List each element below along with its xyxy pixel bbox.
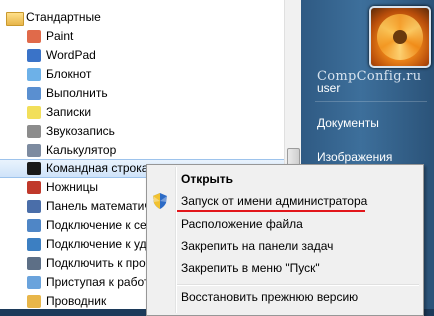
flower-center: [393, 30, 407, 44]
context-menu: Открыть Запуск от имени администратора Р…: [146, 164, 424, 316]
user-link[interactable]: user: [317, 81, 340, 95]
program-item-paint[interactable]: Paint: [0, 27, 300, 46]
program-label: Калькулятор: [46, 143, 117, 157]
program-label: Подключение к се: [46, 218, 147, 232]
menu-item-open[interactable]: Открыть: [181, 172, 233, 186]
program-label: WordPad: [46, 48, 96, 62]
program-label: Записки: [46, 105, 92, 119]
program-item-wordpad[interactable]: WordPad: [0, 46, 300, 65]
program-item-run[interactable]: Выполнить: [0, 84, 300, 103]
divider: [315, 101, 427, 102]
command-prompt-icon: [27, 162, 41, 175]
paint-icon: [27, 30, 41, 43]
menu-separator: [177, 284, 419, 286]
program-item-notepad[interactable]: Блокнот: [0, 65, 300, 84]
calculator-icon: [27, 144, 41, 157]
explorer-folder-icon: [27, 295, 41, 308]
program-label: Выполнить: [46, 86, 108, 100]
menu-item-run-as-admin[interactable]: Запуск от имени администратора: [181, 194, 367, 208]
getting-started-icon: [27, 276, 41, 289]
scissors-icon: [27, 181, 41, 194]
menu-gutter: [175, 167, 177, 313]
remote-desktop-icon: [27, 238, 41, 251]
menu-item-pin-to-start[interactable]: Закрепить в меню "Пуск": [181, 261, 320, 275]
notepad-icon: [27, 68, 41, 81]
projector-icon: [27, 257, 41, 270]
pictures-link[interactable]: Изображения: [317, 150, 392, 164]
menu-item-restore-previous[interactable]: Восстановить прежнюю версию: [181, 290, 358, 304]
program-label: Командная строка: [46, 161, 149, 175]
program-label: Подключение к уд: [46, 237, 147, 251]
menu-item-pin-to-taskbar[interactable]: Закрепить на панели задач: [181, 239, 333, 253]
uac-shield-icon: [153, 193, 167, 209]
user-avatar[interactable]: [369, 6, 431, 68]
program-label: Проводник: [46, 294, 107, 308]
network-projector-icon: [27, 219, 41, 232]
program-label: Панель математич: [46, 199, 151, 213]
highlight-underline: [177, 210, 365, 212]
folder-label: Стандартные: [26, 10, 101, 24]
program-label: Подключить к про: [46, 256, 146, 270]
program-label: Звукозапись: [46, 124, 115, 138]
sticky-notes-icon: [27, 106, 41, 119]
program-item-sound-recorder[interactable]: Звукозапись: [0, 122, 300, 141]
folder-icon: [6, 12, 24, 26]
menu-item-open-file-location[interactable]: Расположение файла: [181, 217, 303, 231]
program-label: Paint: [46, 29, 74, 43]
program-label: Блокнот: [46, 67, 92, 81]
run-icon: [27, 87, 41, 100]
program-item-sticky-notes[interactable]: Записки: [0, 103, 300, 122]
wordpad-icon: [27, 49, 41, 62]
program-item-calculator[interactable]: Калькулятор: [0, 141, 300, 160]
folder-accessories[interactable]: Стандартные: [0, 8, 300, 27]
program-label: Ножницы: [46, 180, 99, 194]
program-label: Приступая к работ: [46, 275, 150, 289]
math-panel-icon: [27, 200, 41, 213]
microphone-icon: [27, 125, 41, 138]
documents-link[interactable]: Документы: [317, 116, 379, 130]
